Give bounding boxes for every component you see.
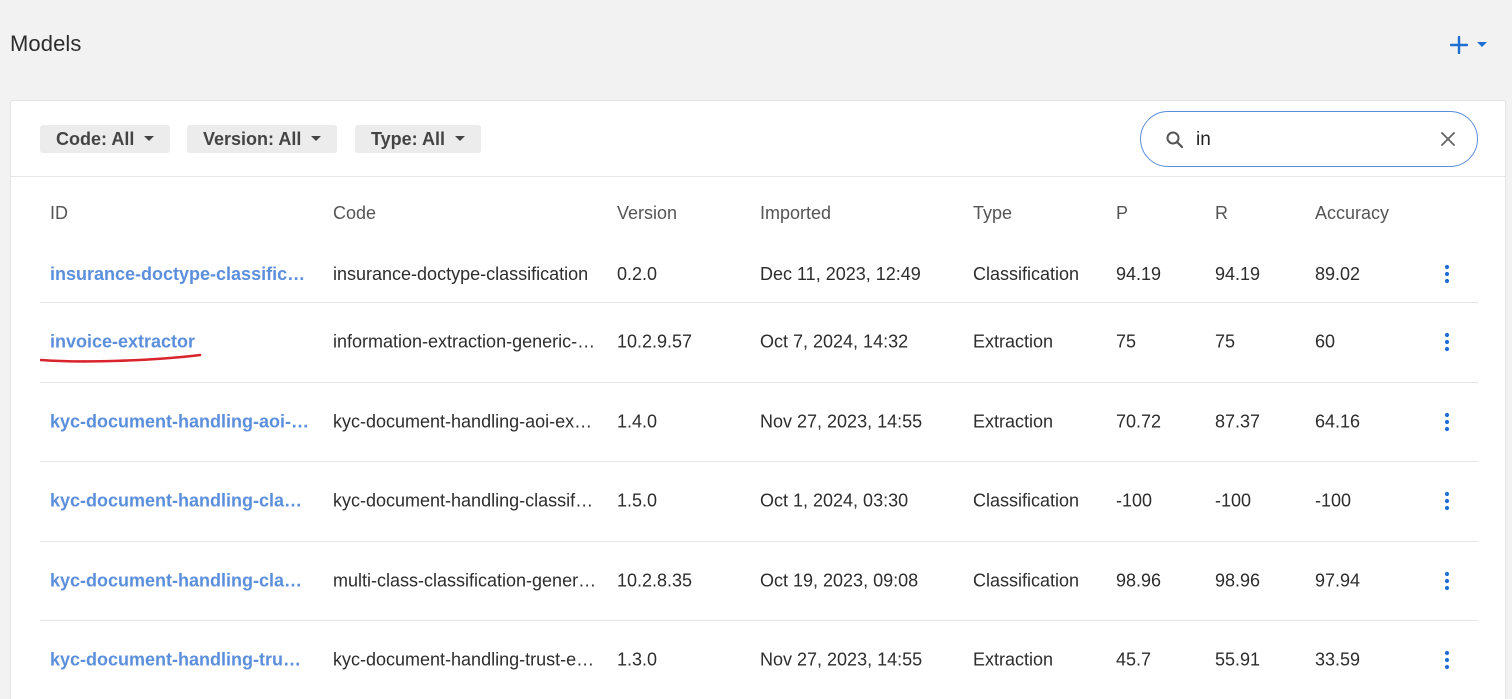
caret-down-icon [311, 136, 322, 141]
cell-imported: Oct 19, 2023, 09:08 [760, 570, 919, 591]
caret-down-icon[interactable] [1476, 41, 1488, 49]
cell-imported: Dec 11, 2023, 12:49 [760, 264, 921, 284]
column-header-p[interactable]: P [1116, 203, 1128, 224]
page-title: Models [10, 31, 82, 56]
cell-r: 55.91 [1215, 649, 1261, 670]
column-header-accuracy[interactable]: Accuracy [1315, 203, 1389, 224]
cell-r: 98.96 [1215, 570, 1261, 591]
column-header-version[interactable]: Version [617, 203, 677, 224]
caret-down-icon [144, 136, 155, 141]
cell-version: 1.4.0 [617, 411, 658, 432]
kebab-menu-icon[interactable] [1443, 264, 1451, 284]
cell-p: -100 [1116, 490, 1153, 511]
table-row[interactable]: kyc-document-handling-classifi… kyc-docum… [40, 462, 1478, 542]
filter-code-label: Code: All [56, 128, 135, 149]
cell-type: Extraction [973, 331, 1054, 352]
table-body: insurance-doctype-classificatio… insuranc… [40, 249, 1478, 699]
cell-id[interactable]: kyc-document-handling-classifi… [50, 570, 310, 591]
cell-r: -100 [1215, 490, 1252, 511]
cell-p: 98.96 [1116, 570, 1162, 591]
cell-imported: Nov 27, 2023, 14:55 [760, 649, 923, 670]
filter-bar: Code: All Version: All Type: All [11, 101, 1505, 177]
cell-accuracy: 97.94 [1315, 570, 1361, 591]
column-header-code[interactable]: Code [333, 203, 376, 224]
cell-type: Extraction [973, 649, 1054, 670]
caret-down-icon [455, 136, 466, 141]
add-model-button[interactable] [1450, 30, 1488, 60]
column-header-id[interactable]: ID [50, 203, 68, 224]
filter-version-label: Version: All [203, 128, 302, 149]
cell-id[interactable]: invoice-extractor [50, 332, 195, 353]
filter-code[interactable]: Code: All [40, 125, 171, 153]
cell-code: kyc-document-handling-trust-ex… [333, 649, 597, 670]
models-card: Code: All Version: All Type: All ID Code [10, 100, 1506, 699]
filter-version[interactable]: Version: All [187, 125, 338, 153]
cell-version: 0.2.0 [617, 264, 658, 284]
kebab-menu-icon[interactable] [1443, 491, 1451, 511]
column-header-imported[interactable]: Imported [760, 203, 831, 224]
cell-type: Classification [973, 490, 1080, 511]
table-row[interactable]: insurance-doctype-classificatio… insuranc… [40, 249, 1478, 303]
column-header-r[interactable]: R [1215, 203, 1228, 224]
cell-r: 87.37 [1215, 411, 1261, 432]
table-row[interactable]: kyc-document-handling-classifi… multi-cla… [40, 542, 1478, 621]
kebab-menu-icon[interactable] [1443, 571, 1451, 591]
models-table: ID Code Version Imported Type P R Accura… [40, 177, 1478, 699]
search-box[interactable] [1140, 111, 1478, 167]
cell-id[interactable]: kyc-document-handling-classifi… [50, 491, 310, 512]
plus-icon [1450, 36, 1468, 54]
cell-accuracy: 33.59 [1315, 649, 1361, 670]
cell-accuracy: 89.02 [1315, 264, 1361, 284]
kebab-menu-icon[interactable] [1443, 412, 1451, 432]
cell-p: 75 [1116, 331, 1137, 352]
cell-accuracy: 64.16 [1315, 411, 1361, 432]
cell-type: Classification [973, 264, 1080, 284]
cell-type: Extraction [973, 411, 1054, 432]
cell-accuracy: -100 [1315, 490, 1352, 511]
cell-id[interactable]: kyc-document-handling-aoi-ext… [50, 411, 310, 432]
kebab-menu-icon[interactable] [1443, 332, 1451, 352]
table-header: ID Code Version Imported Type P R Accura… [40, 177, 1478, 249]
cell-code: information-extraction-generic-s… [333, 331, 597, 352]
cell-p: 70.72 [1116, 411, 1162, 432]
cell-version: 10.2.9.57 [617, 331, 693, 352]
cell-version: 1.3.0 [617, 649, 658, 670]
table-row[interactable]: kyc-document-handling-trust-e… kyc-docume… [40, 621, 1478, 699]
table-row[interactable]: invoice-extractor information-extraction-… [40, 303, 1478, 383]
cell-p: 94.19 [1116, 264, 1162, 284]
cell-id[interactable]: kyc-document-handling-trust-e… [50, 650, 310, 671]
search-input[interactable] [1196, 126, 1416, 154]
cell-p: 45.7 [1116, 649, 1152, 670]
filter-type[interactable]: Type: All [355, 125, 482, 153]
search-icon [1166, 131, 1184, 149]
cell-r: 75 [1215, 331, 1236, 352]
cell-r: 94.19 [1215, 264, 1261, 284]
close-icon[interactable] [1441, 132, 1455, 146]
cell-version: 10.2.8.35 [617, 570, 693, 591]
table-row[interactable]: kyc-document-handling-aoi-ext… kyc-docume… [40, 383, 1478, 462]
cell-accuracy: 60 [1315, 331, 1336, 352]
column-header-type[interactable]: Type [973, 203, 1012, 224]
cell-type: Classification [973, 570, 1080, 591]
filter-type-label: Type: All [371, 128, 446, 149]
cell-code: kyc-document-handling-aoi-extr… [333, 411, 597, 432]
cell-code: insurance-doctype-classification [333, 264, 589, 284]
cell-imported: Nov 27, 2023, 14:55 [760, 411, 923, 432]
cell-id[interactable]: insurance-doctype-classificatio… [50, 264, 310, 285]
red-underline-annotation [40, 353, 202, 363]
cell-imported: Oct 7, 2024, 14:32 [760, 331, 909, 352]
cell-imported: Oct 1, 2024, 03:30 [760, 490, 909, 511]
cell-version: 1.5.0 [617, 490, 658, 511]
cell-code: kyc-document-handling-classifi… [333, 490, 597, 511]
kebab-menu-icon[interactable] [1443, 650, 1451, 670]
cell-code: multi-class-classification-generi… [333, 570, 597, 591]
